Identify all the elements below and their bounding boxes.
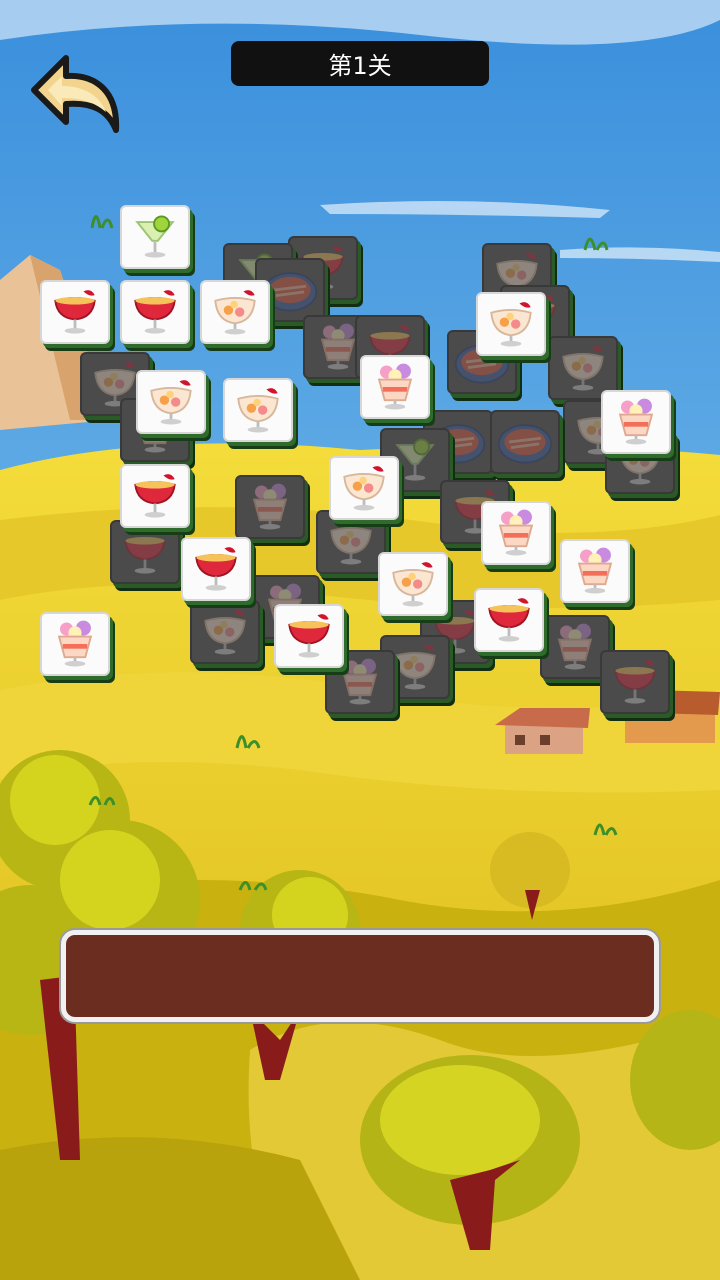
tile-ice-cream-parfait[interactable] (360, 355, 430, 419)
ice-cream-parfait-icon (557, 623, 593, 670)
fruit-sundae-icon (237, 388, 279, 433)
back-arrow-icon (31, 55, 120, 133)
covered-tile-red-cocktail (110, 520, 180, 584)
tile-fruit-sundae[interactable] (200, 280, 270, 344)
red-cocktail-icon (54, 290, 96, 334)
tile-ice-cream-parfait[interactable] (40, 612, 110, 676)
level-title: 第1关 (231, 41, 489, 86)
tile-fruit-sundae[interactable] (223, 378, 293, 442)
tile-red-cocktail[interactable] (474, 588, 544, 652)
ice-cream-parfait-icon (252, 483, 288, 530)
tile-ice-cream-parfait[interactable] (601, 390, 671, 454)
tile-red-cocktail[interactable] (120, 464, 190, 528)
tile-fruit-sundae[interactable] (378, 552, 448, 616)
red-cocktail-icon (288, 614, 330, 658)
tile-red-cocktail[interactable] (274, 604, 344, 668)
red-cocktail-icon (488, 598, 530, 642)
margarita-cocktail-icon (135, 215, 175, 258)
red-cocktail-icon (134, 290, 176, 334)
red-cocktail-icon (124, 530, 166, 574)
ice-cream-parfait-icon (618, 398, 654, 445)
fruit-sundae-icon (150, 380, 192, 425)
fruit-sundae-icon (490, 302, 532, 347)
tile-fruit-sundae[interactable] (329, 456, 399, 520)
ice-cream-parfait-icon (377, 363, 413, 410)
fruit-sundae-icon (214, 290, 256, 335)
back-button[interactable] (26, 52, 126, 140)
covered-tile-sashimi-plate (490, 410, 560, 474)
red-cocktail-icon (134, 474, 176, 518)
tile-red-cocktail[interactable] (120, 280, 190, 344)
ice-cream-parfait-icon (577, 547, 613, 594)
covered-tile-ice-cream-parfait (235, 475, 305, 539)
tile-fruit-sundae[interactable] (476, 292, 546, 356)
fruit-sundae-icon (562, 346, 604, 391)
tile-tray (61, 930, 659, 1022)
red-cocktail-icon (614, 660, 656, 704)
red-cocktail-icon (195, 547, 237, 591)
fruit-sundae-icon (204, 610, 246, 655)
ice-cream-parfait-icon (498, 509, 534, 556)
tile-ice-cream-parfait[interactable] (560, 539, 630, 603)
covered-tile-fruit-sundae (190, 600, 260, 664)
tile-red-cocktail[interactable] (181, 537, 251, 601)
ice-cream-parfait-icon (57, 620, 93, 667)
fruit-sundae-icon (330, 520, 372, 565)
tile-margarita-cocktail[interactable] (120, 205, 190, 269)
tile-ice-cream-parfait[interactable] (481, 501, 551, 565)
tile-red-cocktail[interactable] (40, 280, 110, 344)
tile-fruit-sundae[interactable] (136, 370, 206, 434)
fruit-sundae-icon (392, 562, 434, 607)
fruit-sundae-icon (343, 466, 385, 511)
covered-tile-red-cocktail (600, 650, 670, 714)
sashimi-plate-icon (497, 424, 553, 464)
